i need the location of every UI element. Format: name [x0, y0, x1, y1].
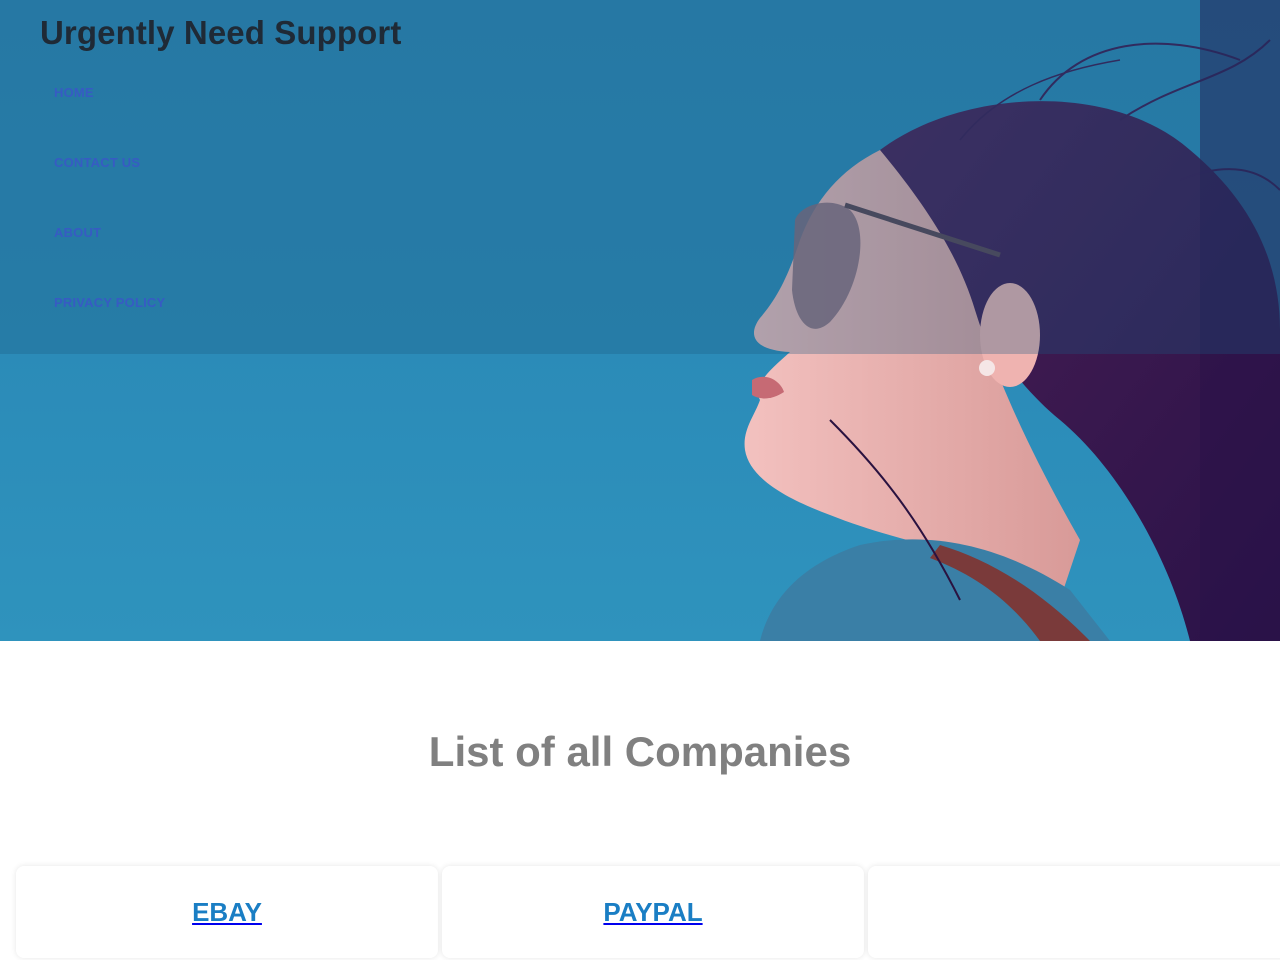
main-nav: HOME CONTACT US ABOUT PRIVACY POLICY [54, 84, 165, 364]
company-name[interactable]: EBAY [192, 897, 262, 928]
companies-heading: List of all Companies [428, 728, 852, 775]
company-list: EBAY PAYPAL [16, 866, 1280, 960]
nav-item-about: ABOUT [54, 224, 165, 294]
company-card-ebay[interactable]: EBAY [16, 866, 438, 958]
nav-link-privacy-policy[interactable]: PRIVACY POLICY [54, 295, 165, 310]
nav-overlay [0, 0, 1280, 354]
nav-item-privacy-policy: PRIVACY POLICY [54, 294, 165, 364]
nav-item-home: HOME [54, 84, 165, 154]
nav-link-home[interactable]: HOME [54, 85, 94, 100]
company-card-paypal[interactable]: PAYPAL [442, 866, 864, 958]
nav-link-contact-us[interactable]: CONTACT US [54, 155, 140, 170]
company-card[interactable] [868, 866, 1280, 958]
site-title[interactable]: Urgently Need Support [40, 14, 401, 52]
hero-banner: Urgently Need Support HOME CONTACT US AB… [0, 0, 1280, 641]
nav-item-contact-us: CONTACT US [54, 154, 165, 224]
nav-link-about[interactable]: ABOUT [54, 225, 101, 240]
company-name[interactable]: PAYPAL [603, 897, 702, 928]
